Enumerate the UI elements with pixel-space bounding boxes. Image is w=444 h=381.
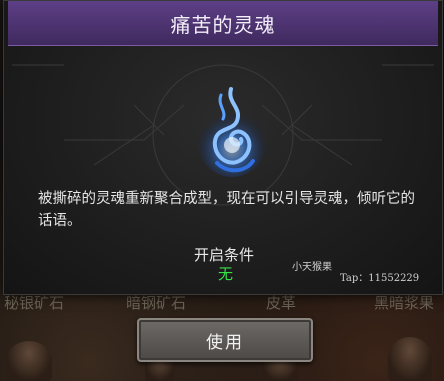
use-button[interactable]: 使用 xyxy=(137,318,313,362)
item-dialog: 痛苦的灵魂 被撕碎的灵魂重新聚合成型，现在可以引导灵魂，倾听它的话语。 开启条件… xyxy=(3,0,443,295)
dialog-description: 被撕碎的灵魂重新聚合成型，现在可以引导灵魂，倾听它的话语。 xyxy=(38,191,415,229)
bg-item-leather: 皮革 xyxy=(266,294,297,312)
dialog-header: 痛苦的灵魂 xyxy=(8,1,438,46)
bg-item-dark-steel-ore: 暗钢矿石 xyxy=(126,294,187,312)
watermark-tap-id: Tap：11552229 xyxy=(340,273,420,284)
bg-object xyxy=(388,337,432,381)
soul-flame-icon xyxy=(198,87,266,177)
dialog-title: 痛苦的灵魂 xyxy=(170,12,276,37)
watermark-name: 小天猴果 xyxy=(292,262,332,273)
condition-label: 开启条件 xyxy=(194,246,255,264)
condition-value: 无 xyxy=(218,265,234,283)
bg-item-mithril-ore: 秘银矿石 xyxy=(4,294,65,312)
bg-object xyxy=(6,341,52,381)
use-button-label: 使用 xyxy=(206,332,244,353)
bg-item-dark-berry: 黑暗浆果 xyxy=(374,294,435,312)
